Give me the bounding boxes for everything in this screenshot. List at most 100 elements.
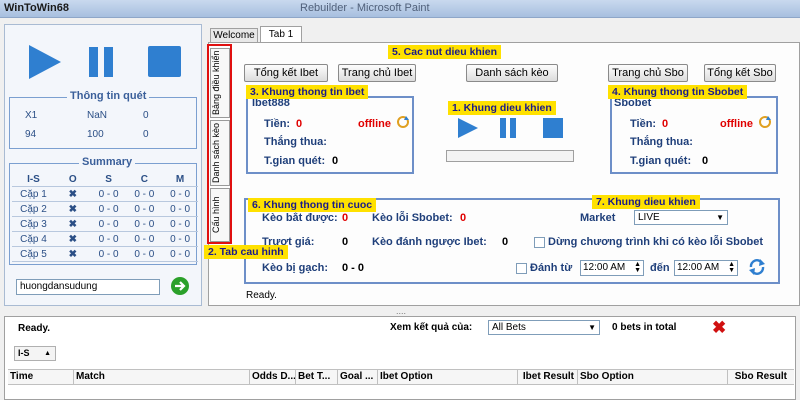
col-bet-type[interactable]: Bet T... bbox=[296, 370, 338, 384]
scan-cell: NaN bbox=[87, 110, 108, 121]
keo-danh-nguoc-value: 0 bbox=[502, 236, 509, 248]
chevron-down-icon: ▼ bbox=[716, 213, 724, 222]
close-icon[interactable]: ✖ bbox=[712, 318, 726, 338]
window-caption: Rebuilder - Microsoft Paint bbox=[300, 2, 430, 14]
refresh-icon[interactable] bbox=[758, 115, 772, 129]
spinner-icon[interactable]: ▲ ▼ bbox=[728, 261, 735, 274]
stop-icon[interactable] bbox=[542, 117, 564, 139]
keo-bat-duoc-label: Kèo bắt được: bbox=[262, 212, 338, 224]
trang-chu-sbo-button[interactable]: Trang chủ Sbo bbox=[608, 64, 688, 82]
pause-icon[interactable] bbox=[498, 117, 518, 139]
ibet-thang-thua-label: Thắng thua: bbox=[264, 136, 327, 148]
go-arrow-icon[interactable] bbox=[170, 276, 190, 296]
play-icon[interactable] bbox=[27, 43, 63, 81]
dung-chuong-trinh-checkbox[interactable] bbox=[534, 237, 545, 248]
table-row: Cặp 1 ✖ 0 - 00 - 00 - 0 bbox=[12, 187, 198, 202]
x-icon: ✖ bbox=[68, 249, 77, 260]
scan-cell: 0 bbox=[143, 129, 149, 140]
danh-sach-keo-button[interactable]: Danh sách kèo bbox=[466, 64, 558, 82]
col-odds[interactable]: Odds D... bbox=[250, 370, 296, 384]
ibet-tien-label: Tiền: bbox=[264, 118, 291, 130]
ibet-status: offline bbox=[358, 118, 391, 130]
col-sbo-option[interactable]: Sbo Option bbox=[578, 370, 728, 384]
keo-danh-nguoc-label: Kèo đánh ngược Ibet: bbox=[372, 236, 487, 248]
time-from-input[interactable]: 12:00 AM ▲ ▼ bbox=[580, 260, 644, 276]
tong-ket-ibet-button[interactable]: Tổng kết Ibet bbox=[244, 64, 328, 82]
col-goal[interactable]: Goal ... bbox=[338, 370, 378, 384]
annotation-1: 1. Khung dieu khien bbox=[448, 101, 556, 115]
sync-icon[interactable] bbox=[748, 258, 766, 276]
col-match[interactable]: Match bbox=[74, 370, 250, 384]
spinner-icon[interactable]: ▲ ▼ bbox=[634, 261, 641, 274]
left-panel: Thông tin quét X1 NaN 0 94 100 0 Summary bbox=[4, 24, 202, 306]
col-ibet-option[interactable]: Ibet Option bbox=[378, 370, 518, 384]
col-time[interactable]: Time bbox=[8, 370, 74, 384]
scan-cell: 0 bbox=[143, 110, 149, 121]
scan-info-title: Thông tin quét bbox=[67, 90, 150, 102]
table-row: Cặp 2 ✖ 0 - 00 - 00 - 0 bbox=[12, 202, 198, 217]
market-select[interactable]: LIVE ▼ bbox=[634, 210, 728, 225]
sbo-tgian-value: 0 bbox=[702, 155, 709, 167]
scan-info-box bbox=[9, 97, 197, 149]
table-row: Cặp 5 ✖ 0 - 00 - 00 - 0 bbox=[12, 247, 198, 262]
tab-tab1[interactable]: Tab 1 bbox=[260, 26, 302, 42]
keo-loi-sbo-value: 0 bbox=[460, 212, 467, 224]
time-to-input[interactable]: 12:00 AM ▲ ▼ bbox=[674, 260, 738, 276]
x-icon: ✖ bbox=[68, 219, 77, 230]
sbo-tien-label: Tiền: bbox=[630, 118, 657, 130]
sbo-status: offline bbox=[720, 118, 753, 130]
group-by-chip[interactable]: I-S ▲ bbox=[14, 346, 56, 361]
annotation-2: 2. Tab cau hinh bbox=[204, 245, 288, 259]
group-by-label: I-S bbox=[18, 348, 30, 358]
summary-col-c: C bbox=[140, 174, 148, 185]
trang-chu-ibet-button[interactable]: Trang chủ Ibet bbox=[338, 64, 416, 82]
play-icon[interactable] bbox=[456, 116, 480, 140]
keo-loi-sbo-label: Kèo lỗi Sbobet: bbox=[372, 212, 453, 224]
dung-chuong-trinh-label: Dừng chương trình khi có kèo lỗi Sbobet bbox=[548, 236, 764, 248]
keo-bat-duoc-value: 0 bbox=[342, 212, 349, 224]
summary-title: Summary bbox=[79, 156, 136, 168]
chevron-up-icon: ▲ bbox=[44, 350, 51, 357]
status-ready: Ready. bbox=[246, 290, 277, 301]
scan-cell: 100 bbox=[87, 129, 104, 140]
bottom-status-ready: Ready. bbox=[18, 323, 51, 334]
x-icon: ✖ bbox=[68, 204, 77, 215]
filter-value: All Bets bbox=[492, 322, 526, 333]
annotation-6: 6. Khung thong tin cuoc bbox=[248, 198, 377, 212]
market-label: Market bbox=[580, 212, 616, 224]
progress-bar bbox=[446, 150, 574, 162]
ibet-tgian-label: T.gian quét: bbox=[264, 155, 326, 167]
stop-icon[interactable] bbox=[147, 45, 183, 79]
pause-icon[interactable] bbox=[87, 45, 117, 79]
time-from-value: 12:00 AM bbox=[583, 262, 626, 273]
splitter[interactable]: .... bbox=[396, 306, 406, 316]
summary-header: I-S O S C M bbox=[12, 172, 198, 187]
ibet-tgian-value: 0 bbox=[332, 155, 339, 167]
annotation-7: 7. Khung dieu khien bbox=[592, 195, 700, 209]
refresh-icon[interactable] bbox=[396, 115, 410, 129]
annotation-5: 5. Cac nut dieu khien bbox=[388, 45, 502, 59]
sbo-thang-thua-label: Thắng thua: bbox=[630, 136, 693, 148]
market-value: LIVE bbox=[638, 212, 660, 223]
summary-col-is: I-S bbox=[27, 174, 40, 185]
sbo-tgian-label: T.gian quét: bbox=[630, 155, 692, 167]
danh-tu-checkbox[interactable] bbox=[516, 263, 527, 274]
col-sbo-result[interactable]: Sbo Result bbox=[728, 370, 790, 384]
x-icon: ✖ bbox=[68, 189, 77, 200]
danh-tu-label: Đánh từ bbox=[530, 262, 573, 274]
filter-select[interactable]: All Bets ▼ bbox=[488, 320, 600, 335]
tab-welcome[interactable]: Welcome bbox=[210, 28, 258, 42]
table-row: Cặp 3 ✖ 0 - 00 - 00 - 0 bbox=[12, 217, 198, 232]
annotation-3: 3. Khung thong tin Ibet bbox=[246, 85, 369, 99]
tong-ket-sbo-button[interactable]: Tổng kết Sbo bbox=[704, 64, 776, 82]
bets-total: 0 bets in total bbox=[612, 322, 677, 333]
sbo-tien-value: 0 bbox=[662, 118, 669, 130]
col-ibet-result[interactable]: Ibet Result bbox=[518, 370, 578, 384]
summary-col-o: O bbox=[68, 174, 77, 185]
username-input[interactable]: huongdansudung bbox=[16, 279, 160, 295]
table-row: Cặp 4 ✖ 0 - 00 - 00 - 0 bbox=[12, 232, 198, 247]
summary-table: I-S O S C M Cặp 1 ✖ 0 - 00 - 00 - 0 Cặp 2 ✖… bbox=[12, 172, 198, 262]
truot-gia-value: 0 bbox=[342, 236, 349, 248]
summary-col-m: M bbox=[175, 174, 185, 185]
annotation-4: 4. Khung thong tin Sbobet bbox=[608, 85, 748, 99]
